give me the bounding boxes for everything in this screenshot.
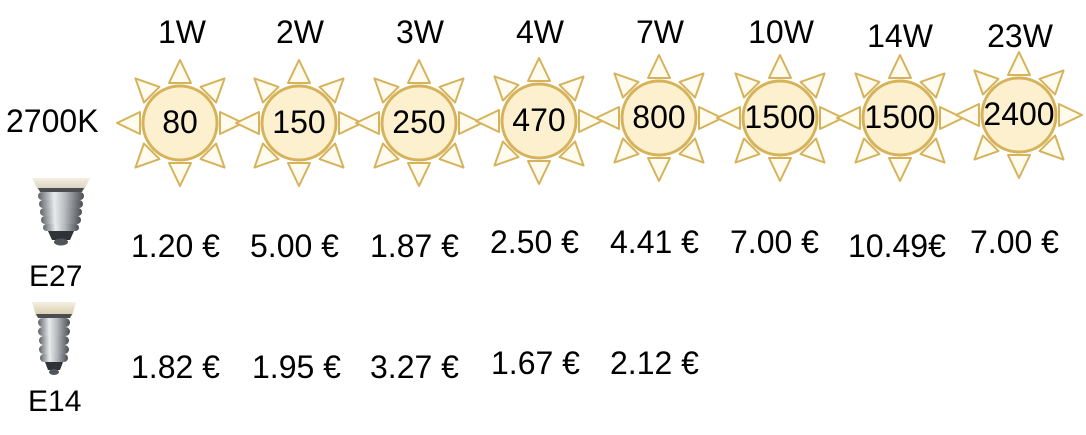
lumen-value: 1500 [864, 99, 936, 135]
lumen-value: 470 [512, 102, 566, 138]
price-e14-2w: 1.95 € [252, 349, 341, 385]
lumen-sun-2w: 150 [234, 58, 364, 188]
watt-label-10w: 10W [748, 14, 814, 50]
sun-ray [1007, 154, 1031, 179]
sun-ray [407, 162, 431, 187]
socket-label-e27: E27 [29, 260, 83, 293]
watt-label-1w: 1W [158, 14, 206, 50]
lumen-sun-4w: 470 [474, 56, 604, 186]
watt-label-7w: 7W [636, 14, 684, 50]
lumen-value: 2400 [983, 96, 1055, 132]
price-e27-7w: 4.41 € [610, 224, 699, 260]
price-e14-1w: 1.82 € [131, 349, 220, 385]
e27-bulb-socket-icon [32, 178, 90, 246]
e14-bulb-socket-icon [32, 302, 76, 375]
sun-ray [768, 54, 792, 79]
sun-ray [647, 54, 671, 79]
watt-label-4w: 4W [516, 14, 564, 50]
lumen-value: 1500 [744, 99, 816, 135]
sun-ray [888, 54, 912, 79]
sun-ray [1007, 51, 1031, 76]
price-e27-2w: 5.00 € [250, 228, 339, 264]
price-e27-23w: 7.00 € [970, 224, 1059, 260]
sun-ray [768, 157, 792, 182]
sun-ray [527, 160, 551, 185]
price-e14-3w: 3.27 € [370, 349, 459, 385]
sun-ray [168, 59, 192, 84]
price-e27-1w: 1.20 € [131, 228, 220, 264]
color-temperature-label: 2700K [6, 103, 99, 139]
lumen-sun-23w: 2400 [954, 50, 1084, 180]
lumen-sun-7w: 800 [594, 53, 724, 183]
sun-ray [287, 59, 311, 84]
lumen-sun-14w: 1500 [835, 53, 965, 183]
lumen-sun-3w: 250 [354, 58, 484, 188]
sun-ray [527, 57, 551, 82]
sun-ray [407, 59, 431, 84]
lumen-sun-1w: 80 [115, 58, 245, 188]
watt-label-3w: 3W [396, 14, 444, 50]
watt-label-14w: 14W [867, 18, 933, 54]
lumen-sun-10w: 1500 [715, 53, 845, 183]
price-e14-4w: 1.67 € [491, 345, 580, 381]
price-e14-7w: 2.12 € [610, 345, 699, 381]
price-e27-14w: 10.49€ [848, 228, 946, 264]
lumen-value: 80 [162, 104, 198, 140]
sun-ray [168, 162, 192, 187]
sun-ray [647, 157, 671, 182]
price-e27-3w: 1.87 € [370, 228, 459, 264]
watt-label-23w: 23W [987, 18, 1053, 54]
lumen-value: 250 [392, 104, 446, 140]
sun-ray [287, 162, 311, 187]
socket-label-e14: E14 [28, 385, 82, 418]
lumen-value: 150 [272, 104, 326, 140]
watt-label-2w: 2W [276, 14, 324, 50]
sun-ray [888, 157, 912, 182]
lumen-value: 800 [632, 99, 686, 135]
price-e27-4w: 2.50 € [490, 224, 579, 260]
price-e27-10w: 7.00 € [730, 224, 819, 260]
